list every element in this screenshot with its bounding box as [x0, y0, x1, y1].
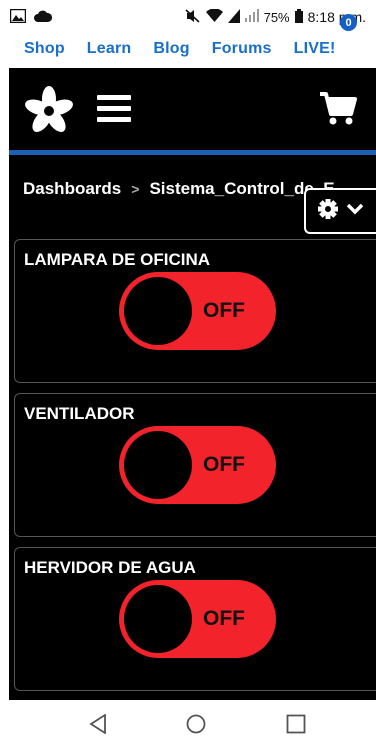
chevron-down-icon — [346, 202, 364, 220]
breadcrumb-root[interactable]: Dashboards — [23, 179, 121, 199]
dashboard: Dashboards > Sistema_Control_de_E LAMPAR… — [9, 155, 376, 700]
nav-link-blog[interactable]: Blog — [153, 40, 189, 58]
cart-icon[interactable] — [318, 88, 358, 128]
system-nav-bar — [0, 700, 376, 738]
mute-icon — [185, 8, 201, 26]
app-header — [9, 68, 376, 150]
cloud-icon — [34, 9, 53, 25]
breadcrumb-separator: > — [131, 181, 140, 197]
nav-link-shop[interactable]: Shop — [24, 40, 65, 58]
menu-icon[interactable] — [97, 95, 131, 123]
toggle-block-ventilador: VENTILADOR OFF — [14, 393, 376, 537]
cart-count-badge: 0 — [340, 14, 357, 31]
gear-icon — [318, 198, 338, 224]
wifi-icon — [205, 8, 223, 25]
toggle-state-label: OFF — [203, 607, 245, 630]
nav-link-learn[interactable]: Learn — [87, 40, 132, 58]
toggle-switch[interactable]: OFF — [119, 580, 276, 658]
block-title: VENTILADOR — [24, 404, 135, 423]
dashboard-settings-button[interactable] — [304, 188, 376, 234]
toggle-block-lampara: LAMPARA DE OFICINA OFF — [14, 239, 376, 383]
nav-link-forums[interactable]: Forums — [212, 40, 272, 58]
recents-icon[interactable] — [286, 714, 306, 738]
toggle-switch[interactable]: OFF — [119, 426, 276, 504]
battery-percent: 75% — [263, 9, 290, 25]
toggle-switch[interactable]: OFF — [119, 272, 276, 350]
nav-link-live[interactable]: LIVE! — [294, 40, 336, 58]
toggle-knob — [124, 585, 192, 653]
toggle-knob — [124, 431, 192, 499]
block-title: LAMPARA DE OFICINA — [24, 250, 211, 269]
battery-icon — [294, 8, 303, 26]
flower-logo-icon[interactable] — [23, 84, 75, 136]
back-icon[interactable] — [89, 713, 107, 738]
clock: 8:18 p.m. — [307, 9, 366, 25]
toggle-block-hervidor: HERVIDOR DE AGUA OFF — [14, 547, 376, 691]
toggle-knob — [124, 277, 192, 345]
toggle-state-label: OFF — [203, 299, 245, 322]
signal-icon — [244, 9, 259, 25]
gallery-icon — [9, 8, 27, 26]
data-icon — [227, 8, 240, 26]
block-title: HERVIDOR DE AGUA — [24, 558, 196, 577]
toggle-state-label: OFF — [203, 453, 245, 476]
breadcrumb: Dashboards > Sistema_Control_de_E — [23, 179, 335, 199]
status-bar: 75% 8:18 p.m. — [0, 0, 376, 34]
site-nav: Shop Learn Blog Forums LIVE! — [0, 34, 376, 64]
home-icon[interactable] — [186, 714, 206, 738]
